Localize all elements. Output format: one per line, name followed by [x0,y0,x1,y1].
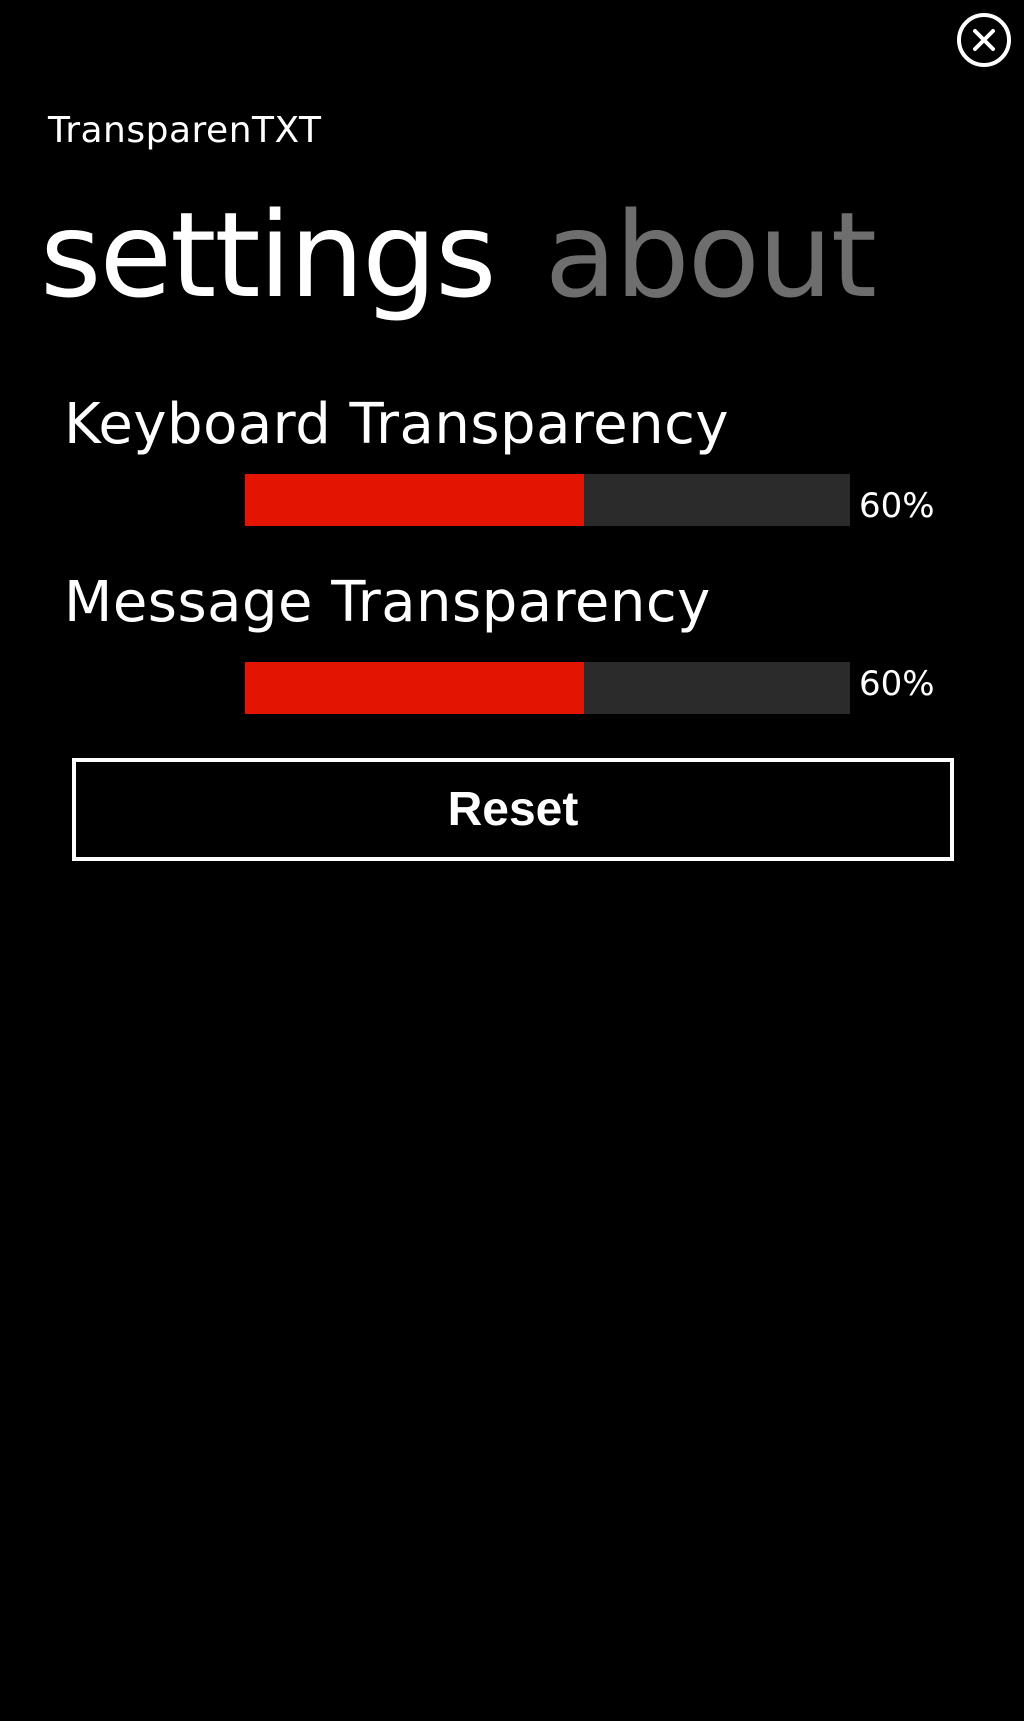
message-transparency-value: 60% [859,664,935,704]
message-transparency-label: Message Transparency [64,570,711,635]
message-transparency-slider[interactable] [245,662,850,714]
close-icon [973,29,995,51]
tab-about[interactable]: about [545,180,877,330]
tab-settings[interactable]: settings [40,180,497,330]
app-title: TransparenTXT [48,110,322,151]
keyboard-transparency-fill [245,474,584,526]
message-transparency-fill [245,662,584,714]
close-button[interactable] [957,13,1011,67]
keyboard-transparency-value: 60% [859,486,935,526]
keyboard-transparency-label: Keyboard Transparency [64,392,730,457]
pivot-tabs: settings about [40,180,877,330]
reset-button[interactable]: Reset [72,758,954,861]
keyboard-transparency-slider[interactable] [245,474,850,526]
